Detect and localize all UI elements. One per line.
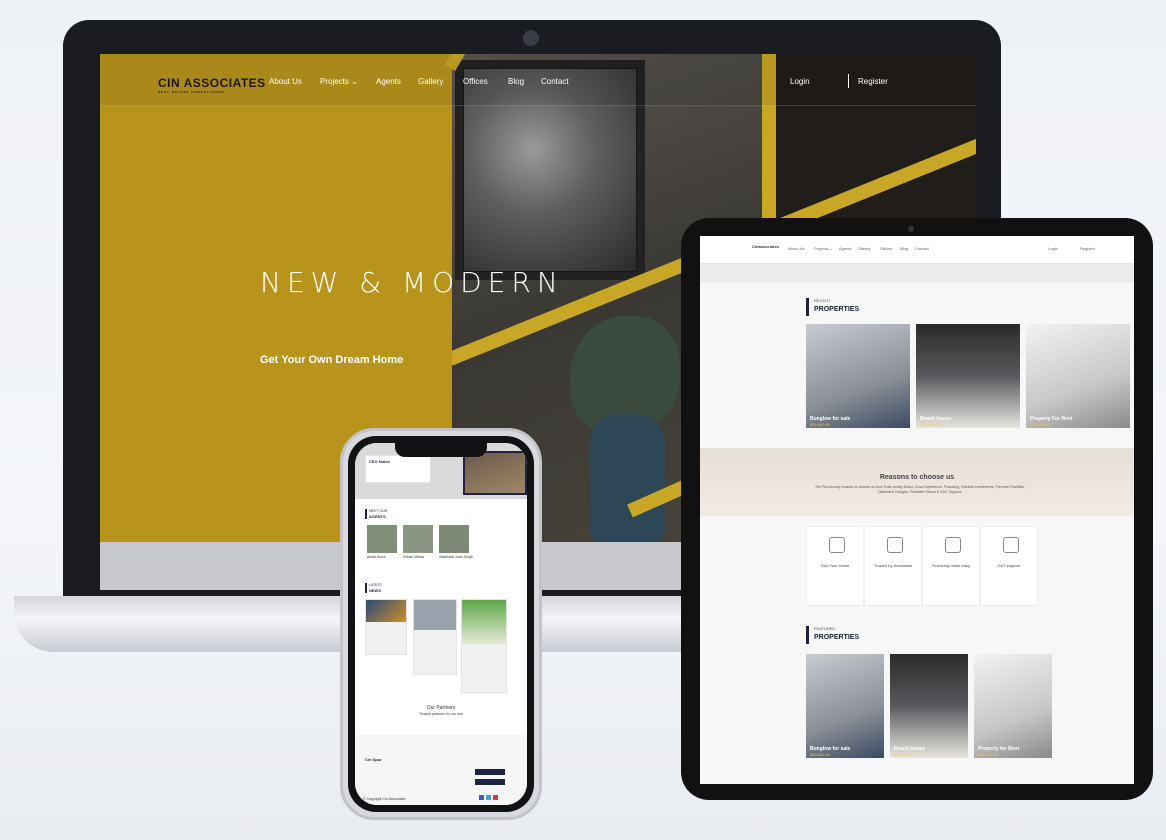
ceo-notes-title: CEO Notes (369, 459, 390, 464)
reasons-title: Reasons to choose us (879, 474, 955, 481)
twitter-icon[interactable] (486, 795, 491, 800)
camera-icon (523, 30, 539, 46)
property-card[interactable]: Property For Rent $25,000.00 (1026, 324, 1130, 428)
tablet-hero-strip (700, 264, 1134, 282)
section-bar (365, 583, 367, 593)
property-price: $25,000.00 (920, 422, 941, 427)
agent-photo[interactable] (439, 525, 469, 553)
nav-agents[interactable]: Agents (376, 77, 401, 86)
agent-name: Satbhalta Joshi Singh (439, 555, 473, 559)
news-image (462, 600, 506, 644)
tablet-login-link[interactable]: Login (1048, 246, 1058, 251)
news-card[interactable] (413, 599, 457, 675)
logo-text: ASSOCIATES (183, 76, 266, 90)
reasons-banner: Reasons to choose us The Pinc!ourney rea… (700, 448, 1134, 516)
tablet-nav-contact[interactable]: Contact (915, 246, 929, 251)
tablet-logo[interactable]: Cinassociates (752, 244, 779, 249)
login-link[interactable]: Login (790, 77, 810, 86)
property-price: $25,000.00 (894, 752, 915, 757)
top-navbar: CIN ASSOCIATES REAL ESTATE CONSULTANTS A… (100, 54, 976, 106)
feature-card: Trusted by thousands (864, 526, 922, 606)
property-card[interactable]: Bunglow for sale $25,000.00 (806, 324, 910, 428)
feature-card: Find Your Home (806, 526, 864, 606)
tablet-nav-gallery[interactable]: Gallery (858, 246, 871, 251)
tablet-nav-offices[interactable]: Offices (880, 246, 892, 251)
feature-card: 24/7 support (980, 526, 1038, 606)
nav-gallery[interactable]: Gallery (418, 77, 443, 86)
news-image (414, 600, 456, 630)
tablet-register-link[interactable]: Register (1080, 246, 1095, 251)
agents-kicker: MEET OUR (369, 509, 388, 513)
featured-card[interactable]: Property for Rent $25,000.00 (974, 654, 1052, 758)
hero-title: NEW & MODERN (260, 266, 564, 299)
news-card[interactable] (461, 599, 507, 693)
news-card[interactable] (365, 599, 407, 655)
section-bar (806, 626, 809, 644)
nav-blog[interactable]: Blog (508, 77, 524, 86)
tablet-nav-agents[interactable]: Agents (839, 246, 851, 251)
home-icon (829, 537, 845, 553)
section-bar (365, 509, 367, 519)
partners-title: Our Partners (426, 705, 456, 711)
tablet-nav-blog[interactable]: Blog (900, 246, 908, 251)
nav-contact[interactable]: Contact (541, 77, 569, 86)
section-bar (806, 298, 809, 316)
partners-subtitle: Trusted partners for our real (419, 712, 463, 716)
copyright: © Copyright Cin Associates (363, 797, 406, 801)
agent-name: Aman Arora (367, 555, 386, 559)
tablet-camera-icon (908, 226, 914, 232)
feature-title: Financing made easy (931, 563, 971, 568)
reasons-text: The Pinc!ourney reasons to choose us fro… (814, 485, 1026, 494)
nav-projects[interactable]: Projects ⌄ (320, 77, 358, 86)
agent-name: Rohan Mehta (403, 555, 425, 559)
facebook-icon[interactable] (479, 795, 484, 800)
brand-logo[interactable]: CIN ASSOCIATES REAL ESTATE CONSULTANTS (158, 76, 266, 94)
wallet-icon (945, 537, 961, 553)
feature-title: Find Your Home (820, 563, 850, 568)
property-card[interactable]: Beach house $25,000.00 (916, 324, 1020, 428)
handshake-icon (887, 537, 903, 553)
news-kicker: LATEST (369, 583, 382, 587)
youtube-icon[interactable] (493, 795, 498, 800)
ceo-notes-card: CEO Notes (365, 455, 431, 483)
property-price: $25,000.00 (810, 422, 831, 427)
support-icon (1003, 537, 1019, 553)
hero-subtitle: Get Your Own Dream Home (260, 354, 404, 366)
submit-button[interactable] (475, 779, 505, 785)
nav-offices[interactable]: Offices (463, 77, 488, 86)
phone-notch (395, 443, 487, 457)
logo-tagline: REAL ESTATE CONSULTANTS (158, 90, 225, 94)
tablet-navbar: Cinassociates About Us Projects ⌄ Agents… (700, 236, 1134, 264)
property-price: $25,000.00 (978, 752, 999, 757)
phone-screen: CEO Notes MEET OUR AGENTS Aman Arora Roh… (355, 443, 527, 805)
recent-kicker: RECENT (814, 298, 831, 303)
featured-title: PROPERTIES (814, 634, 860, 641)
vase-image (590, 414, 665, 544)
featured-card[interactable]: Bunglow for sale $25,000.00 (806, 654, 884, 758)
feature-title: Trusted by thousands (873, 563, 913, 568)
nav-about-us[interactable]: About Us (269, 77, 302, 86)
register-link[interactable]: Register (858, 77, 888, 86)
agent-photo[interactable] (403, 525, 433, 553)
recent-title: PROPERTIES (814, 306, 860, 313)
tablet-nav-projects[interactable]: Projects ⌄ (814, 246, 833, 251)
featured-card[interactable]: Beach house $25,000.00 (890, 654, 968, 758)
logo-mark: CIN (158, 76, 181, 90)
agent-photo[interactable] (367, 525, 397, 553)
property-price: $25,000.00 (1030, 422, 1051, 427)
tablet-nav-about[interactable]: About Us (788, 246, 804, 251)
subscribe-button[interactable] (475, 769, 505, 775)
footer: Cin Spur © Copyright Cin Associates (355, 735, 527, 805)
agents-title: AGENTS (369, 514, 386, 519)
news-image (366, 600, 406, 622)
featured-kicker: FEATURED (814, 626, 836, 631)
news-title: NEWS (369, 588, 381, 593)
feature-card: Financing made easy (922, 526, 980, 606)
tablet-screen: Cinassociates About Us Projects ⌄ Agents… (700, 236, 1134, 784)
nav-divider (848, 74, 849, 88)
property-price: $25,000.00 (810, 752, 831, 757)
footer-logo[interactable]: Cin Spur (365, 757, 382, 762)
feature-title: 24/7 support (997, 563, 1021, 568)
ceo-photo (463, 451, 527, 495)
